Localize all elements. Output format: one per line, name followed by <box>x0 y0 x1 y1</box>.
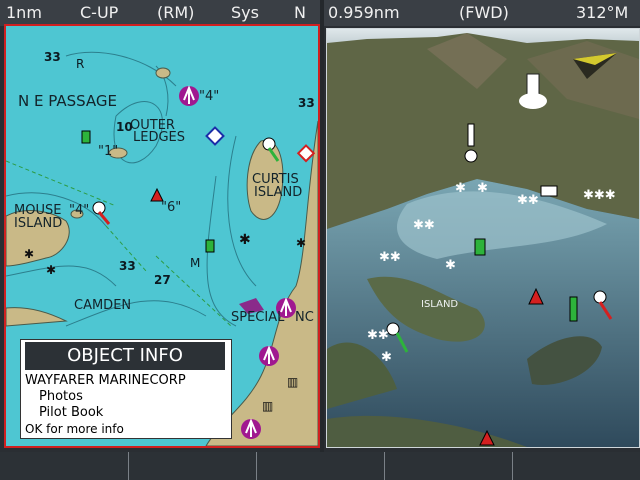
depth-sounding: 33 <box>298 96 315 110</box>
green-buoy-icon[interactable] <box>81 130 91 144</box>
view-mode: (FWD) <box>459 3 509 22</box>
chart-place-label: LEDGES <box>133 130 186 145</box>
rock-icon: ✱ <box>455 181 466 196</box>
object-info-title: OBJECT INFO <box>25 342 225 370</box>
depth-sounding: 10 <box>116 120 133 134</box>
view3d-island-label: ISLAND <box>421 299 459 310</box>
marina-icon[interactable] <box>179 85 199 106</box>
view3d-scene[interactable]: ✱ ✱ ✱✱ ✱✱✱ ✱✱ ✱✱ ✱ ✱✱ ✱ <box>327 29 639 447</box>
green-buoy-icon[interactable] <box>205 239 215 253</box>
north-indicator: N <box>294 3 306 22</box>
rock-icon: ✱ <box>24 247 34 261</box>
object-info-item-photos[interactable]: Photos <box>39 389 83 404</box>
chart-pane[interactable]: ✱ ✱ ✱ ✱ ▥ ▥ N E PASSAGE OUTER LEDGES CUR… <box>4 24 320 448</box>
softkey-bar <box>0 452 640 480</box>
object-info-popup[interactable]: OBJECT INFO WAYFARER MARINECORP Photos P… <box>20 339 232 439</box>
object-info-hint: OK for more info <box>25 422 124 436</box>
buoy-label: "1" <box>98 144 119 159</box>
buoy-label: "4" <box>69 203 90 218</box>
view3d-pane[interactable]: ✱ ✱ ✱✱ ✱✱✱ ✱✱ ✱✱ ✱ ✱✱ ✱ ISLAND <box>326 28 640 448</box>
marina-icon[interactable] <box>241 418 261 439</box>
marina-icon[interactable] <box>259 345 279 366</box>
chart-place-label: SPECIAL <box>231 310 285 325</box>
view-range: 0.959nm <box>328 3 400 22</box>
view3d-status-bar: 0.959nm (FWD) 312°M <box>322 0 640 26</box>
rock-icon: ✱ <box>296 236 306 250</box>
rock-icon: ✱✱✱ <box>583 188 616 203</box>
rock-icon: ✱ <box>239 232 251 248</box>
pilings-icon: ▥ <box>287 375 298 389</box>
orientation-mode: C-UP <box>80 3 119 22</box>
green-buoy-icon[interactable] <box>474 238 486 256</box>
chart-scale: 1nm <box>6 3 42 22</box>
object-info-item-pilot-book[interactable]: Pilot Book <box>39 405 103 420</box>
hazard-icon[interactable] <box>296 144 316 163</box>
rock-icon: ✱✱ <box>413 218 435 233</box>
softkey-5[interactable] <box>512 452 640 480</box>
rock-icon: ✱✱ <box>379 250 401 265</box>
green-buoy-icon[interactable] <box>569 296 578 322</box>
motion-mode: (RM) <box>157 3 195 22</box>
waypoint-diamond-icon[interactable] <box>205 126 225 146</box>
rock-icon: ✱ <box>381 350 392 365</box>
softkey-3[interactable] <box>256 452 384 480</box>
chart-place-label: CAMDEN <box>74 298 132 313</box>
depth-sounding: M <box>190 256 201 270</box>
chart-place-label: NC <box>295 310 314 325</box>
buoy-label: "6" <box>161 200 182 215</box>
depth-sounding: R <box>76 57 85 71</box>
chart-place-label: N E PASSAGE <box>18 92 118 110</box>
depth-sounding: 33 <box>119 259 136 273</box>
heading-readout: 312°M <box>576 3 629 22</box>
chart-place-label: ISLAND <box>254 185 303 200</box>
datum-label: Sys <box>231 3 259 22</box>
rock-icon: ✱✱ <box>367 328 389 343</box>
pilings-icon: ▥ <box>262 399 273 413</box>
object-name: WAYFARER MARINECORP <box>25 373 186 388</box>
softkey-4[interactable] <box>384 452 512 480</box>
depth-sounding: 27 <box>154 273 171 287</box>
chart-status-bar: 1nm C-UP (RM) Sys N <box>0 0 320 26</box>
softkey-2[interactable] <box>128 452 256 480</box>
rock-icon: ✱ <box>477 181 488 196</box>
chart-place-label: ISLAND <box>14 216 63 231</box>
pane-divider <box>320 0 324 452</box>
buoy-label: "4" <box>199 89 220 104</box>
flag-icon[interactable] <box>540 185 558 197</box>
rock-icon: ✱✱ <box>517 193 539 208</box>
softkey-1[interactable] <box>0 452 127 480</box>
rock-icon: ✱ <box>46 263 56 277</box>
rock-icon: ✱ <box>445 258 456 273</box>
depth-sounding: 33 <box>44 50 61 64</box>
